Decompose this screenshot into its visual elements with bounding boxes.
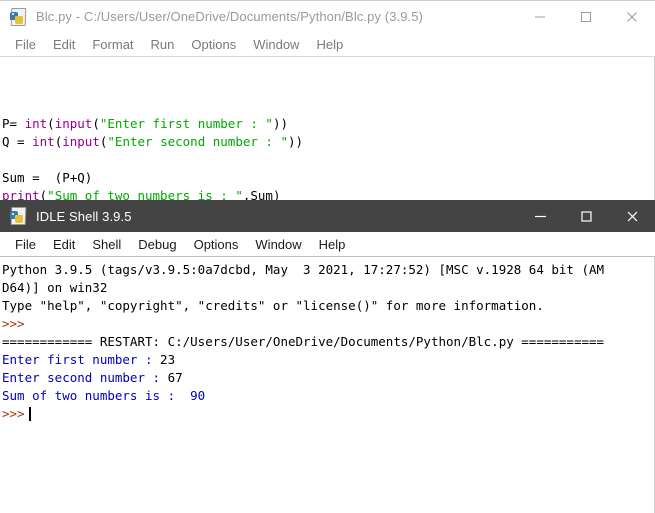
- shell-line: ============ RESTART: C:/Users/User/OneD…: [2, 333, 654, 351]
- code-line: print("Sum of two numbers is : ",Sum): [2, 187, 655, 200]
- code-token-builtin: print: [2, 188, 40, 200]
- python-shell-icon: [9, 207, 27, 225]
- shell-menu-edit[interactable]: Edit: [45, 235, 84, 254]
- minimize-button[interactable]: [517, 1, 563, 33]
- code-editor-text-area[interactable]: P= int(input("Enter first number : ")) Q …: [0, 56, 655, 200]
- maximize-button[interactable]: [563, 200, 609, 232]
- shell-line: Type "help", "copyright", "credits" or "…: [2, 297, 654, 315]
- code-line: P= int(input("Enter first number : ")): [2, 115, 655, 133]
- code-token-plain: )): [288, 134, 304, 149]
- shell-token-plain: Type "help", "copyright", "credits" or "…: [2, 298, 544, 313]
- shell-menu-debug[interactable]: Debug: [130, 235, 185, 254]
- shell-title-text: IDLE Shell 3.9.5: [36, 208, 132, 224]
- code-token-builtin: int: [24, 116, 48, 131]
- code-token-string: "Enter second number : ": [107, 134, 289, 149]
- shell-titlebar[interactable]: IDLE Shell 3.9.5: [0, 200, 655, 232]
- editor-menu-file[interactable]: File: [7, 35, 45, 54]
- shell-token-prompt: >>>: [2, 316, 25, 331]
- code-token-plain: P=: [2, 116, 25, 131]
- shell-line: Python 3.9.5 (tags/v3.9.5:0a7dcbd, May 3…: [2, 261, 654, 279]
- editor-menu-format[interactable]: Format: [84, 35, 142, 54]
- code-line: Q = int(input("Enter second number : ")): [2, 133, 655, 151]
- idle-editor-window: Blc.py - C:/Users/User/OneDrive/Document…: [0, 0, 655, 200]
- shell-token-plain: Python 3.9.5 (tags/v3.9.5:0a7dcbd, May 3…: [2, 262, 605, 277]
- code-token-builtin: input: [62, 134, 100, 149]
- code-token-builtin: int: [32, 134, 55, 149]
- shell-window-controls: [517, 200, 655, 232]
- shell-token-stdout: Enter first number :: [2, 352, 161, 367]
- minimize-button[interactable]: [517, 200, 563, 232]
- close-button[interactable]: [609, 1, 655, 33]
- editor-menu-options[interactable]: Options: [183, 35, 245, 54]
- shell-line: Sum of two numbers is : 90: [2, 387, 654, 405]
- code-token-string: "Sum of two numbers is : ": [47, 188, 243, 200]
- code-token-plain: (: [92, 116, 100, 131]
- editor-titlebar[interactable]: Blc.py - C:/Users/User/OneDrive/Document…: [0, 0, 655, 32]
- code-token-plain: ,Sum): [242, 188, 281, 200]
- close-button[interactable]: [609, 200, 655, 232]
- shell-token-plain: ============ RESTART: C:/Users/User/OneD…: [2, 334, 605, 349]
- editor-menu-edit[interactable]: Edit: [45, 35, 84, 54]
- shell-menu-help[interactable]: Help: [311, 235, 355, 254]
- desktop-root: Blc.py - C:/Users/User/OneDrive/Document…: [0, 0, 655, 513]
- code-token-builtin: input: [54, 116, 93, 131]
- code-token-plain: )): [272, 116, 289, 131]
- shell-line: D64)] on win32: [2, 279, 654, 297]
- text-caret: [28, 407, 31, 421]
- shell-prompt-line[interactable]: >>>: [2, 405, 654, 423]
- editor-menu-run[interactable]: Run: [143, 35, 184, 54]
- shell-token-stdout: Enter second number :: [2, 370, 168, 385]
- code-token-plain: Q =: [2, 134, 33, 149]
- editor-menubar: File Edit Format Run Options Window Help: [0, 32, 655, 56]
- shell-token-plain: 67: [167, 370, 183, 385]
- shell-token-stdout: Sum of two numbers is : 90: [2, 388, 206, 403]
- editor-window-controls: [517, 1, 655, 33]
- shell-menubar: File Edit Shell Debug Options Window Hel…: [0, 232, 655, 256]
- code-token-string: "Enter first number : ": [99, 116, 273, 131]
- shell-line: Enter first number : 23: [2, 351, 654, 369]
- editor-menu-help[interactable]: Help: [308, 35, 352, 54]
- editor-menu-window[interactable]: Window: [245, 35, 308, 54]
- code-token-plain: Sum = (P+Q): [2, 170, 93, 185]
- code-line: Sum = (P+Q): [2, 169, 655, 187]
- shell-prompt-marker: >>>: [2, 406, 25, 421]
- shell-line: >>>: [2, 315, 654, 333]
- shell-token-plain: D64)] on win32: [2, 280, 108, 295]
- shell-menu-file[interactable]: File: [7, 235, 45, 254]
- idle-shell-window: IDLE Shell 3.9.5 File Edit Shell Debug O…: [0, 200, 655, 513]
- shell-menu-options[interactable]: Options: [186, 235, 248, 254]
- shell-menu-window[interactable]: Window: [247, 235, 310, 254]
- maximize-button[interactable]: [563, 1, 609, 33]
- code-token-plain: (: [47, 116, 55, 131]
- editor-title-text: Blc.py - C:/Users/User/OneDrive/Document…: [36, 9, 424, 24]
- shell-token-plain: 23: [160, 352, 176, 367]
- shell-output-text-area[interactable]: Python 3.9.5 (tags/v3.9.5:0a7dcbd, May 3…: [0, 256, 655, 513]
- shell-menu-shell[interactable]: Shell: [84, 235, 130, 254]
- shell-line: Enter second number : 67: [2, 369, 654, 387]
- python-file-icon: [9, 7, 27, 26]
